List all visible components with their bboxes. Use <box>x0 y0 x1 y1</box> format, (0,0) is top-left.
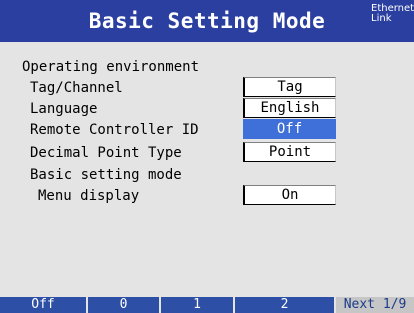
menu-display-field[interactable]: On <box>243 185 336 205</box>
basic-setting-mode-heading: Basic setting mode <box>30 167 182 183</box>
remote-controller-id-field[interactable]: Off <box>243 119 336 139</box>
softkey-1[interactable]: 1 <box>161 297 233 313</box>
softkey-next-page[interactable]: Next 1/9 <box>336 297 414 313</box>
decimal-point-type-label: Decimal Point Type <box>30 145 182 161</box>
softkey-2[interactable]: 2 <box>235 297 334 313</box>
ethernet-link-status: Ethernet Link <box>371 4 414 24</box>
menu-display-label: Menu display <box>38 188 140 204</box>
language-label: Language <box>30 101 98 117</box>
softkey-off[interactable]: Off <box>0 297 86 313</box>
decimal-point-type-field[interactable]: Point <box>243 142 336 162</box>
tag-channel-field[interactable]: Tag <box>243 77 336 97</box>
tag-channel-label: Tag/Channel <box>30 80 123 96</box>
page-title: Basic Setting Mode <box>88 9 326 33</box>
language-field[interactable]: English <box>243 98 336 118</box>
softkey-bar: Off 0 1 2 Next 1/9 <box>0 297 414 313</box>
status-line-link: Link <box>371 13 392 24</box>
section-heading-operating-environment: Operating environment <box>22 59 200 75</box>
remote-controller-id-label: Remote Controller ID <box>30 122 199 138</box>
softkey-0[interactable]: 0 <box>88 297 159 313</box>
